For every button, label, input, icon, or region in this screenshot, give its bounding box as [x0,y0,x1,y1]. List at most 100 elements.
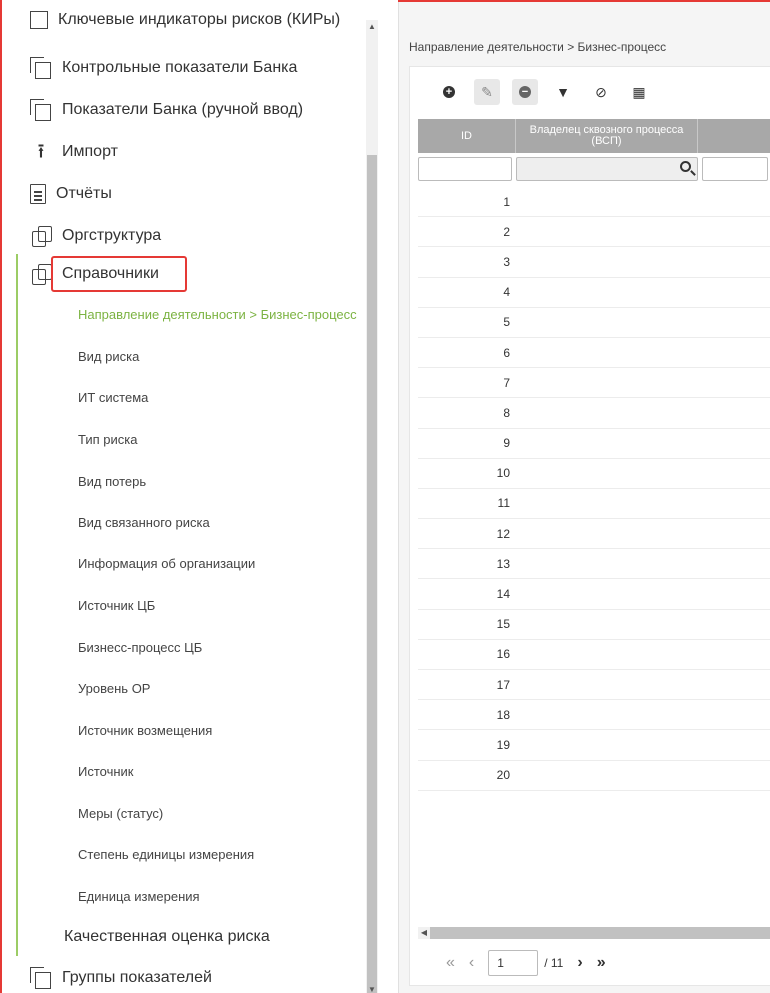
copy-icon [30,57,52,79]
subitem-risk-type[interactable]: Вид риска [78,336,366,376]
subitem-reimbursement-source[interactable]: Источник возмещения [78,710,366,750]
scroll-up-icon[interactable]: ▲ [368,22,376,31]
subitem-org-info[interactable]: Информация об организации [78,543,366,583]
filter-button[interactable]: ▼ [550,79,576,105]
checkbox-icon [30,11,48,29]
sidebar-item-label: Оргструктура [62,227,162,244]
upload-icon: ⭱ [37,141,45,163]
cell-id: 15 [496,617,510,632]
filter-icon: ▼ [556,84,570,100]
table-row[interactable]: 3 [418,247,770,278]
subitem-unit[interactable]: Единица измерения [78,876,366,916]
sidebar-scroll-thumb[interactable] [367,155,377,993]
filter-row [418,155,770,183]
owner-filter-input[interactable] [516,157,698,181]
cell-id: 4 [503,285,510,300]
table-row[interactable]: 15 [418,610,770,640]
page-number-input[interactable]: 1 [488,950,539,976]
delete-button[interactable]: − [512,79,538,105]
column-header-owner[interactable]: Владелец сквозного процесса (ВСП) [516,119,698,153]
org-icon [30,263,52,285]
subitem-loss-type[interactable]: Вид потерь [78,461,366,501]
subitem-risk-kind[interactable]: Тип риска [78,419,366,459]
cell-id: 1 [503,194,510,209]
sidebar-item-reports[interactable]: Отчёты [2,174,364,214]
cell-id: 17 [496,677,510,692]
subitem-it-system[interactable]: ИТ система [78,377,366,417]
next-page-icon[interactable]: › [577,954,582,972]
sidebar-item-groups[interactable]: Группы показателей [2,958,364,993]
cell-id: 20 [496,768,510,783]
table-row[interactable]: 8 [418,398,770,429]
sidebar-item-label: Контрольные показатели Банка [62,59,298,76]
table-row[interactable]: 14 [418,579,770,610]
prev-page-icon[interactable]: ‹ [469,954,474,972]
next-filter-input[interactable] [702,157,768,181]
edit-icon: ✎ [481,83,493,100]
table-row[interactable]: 12 [418,519,770,550]
cell-id: 11 [497,496,510,511]
last-page-icon[interactable]: » [597,954,606,972]
sidebar-item-label: Ключевые индикаторы рисков (КИРы) [58,11,341,28]
table-row[interactable]: 17 [418,670,770,701]
pagination: « ‹ 1 / 11 › » [410,945,770,981]
subitem-related-risk[interactable]: Вид связанного риска [78,502,366,542]
table-row[interactable]: 13 [418,549,770,580]
table-row[interactable]: 16 [418,640,770,670]
page-total: / 11 [544,956,564,970]
table-row[interactable]: 5 [418,308,770,338]
scroll-left-icon[interactable]: ◀ [418,927,430,939]
table-row[interactable]: 18 [418,700,770,731]
active-section-indicator [16,254,18,956]
sidebar-item-import[interactable]: ⭱ Импорт [2,132,364,172]
sidebar-item-label: Импорт [62,143,118,160]
cell-id: 7 [503,375,510,390]
table-row[interactable]: 20 [418,761,770,791]
sidebar-item-label: Показатели Банка (ручной ввод) [62,101,304,118]
column-header-next[interactable] [698,119,770,153]
subitem-cb-process[interactable]: Бизнесс-процесс ЦБ [78,627,366,667]
sidebar-item-qualitative[interactable]: Качественная оценка риска [2,917,364,957]
subitem-measures-status[interactable]: Меры (статус) [78,793,366,833]
table-row[interactable]: 1 [418,187,770,218]
columns-button[interactable]: ▦ [626,79,652,105]
horizontal-scrollbar[interactable]: ◀ [418,927,770,939]
subitem-unit-degree[interactable]: Степень единицы измерения [78,834,366,874]
table-row[interactable]: 7 [418,368,770,399]
table-row[interactable]: 4 [418,278,770,308]
table-body: 1 2 3 4 5 6 7 8 9 10 11 12 13 14 15 16 17 18 19 20 [418,187,770,791]
table-row[interactable]: 19 [418,730,770,761]
table-row[interactable]: 10 [418,459,770,489]
add-button[interactable]: + [436,79,462,105]
cell-id: 13 [496,556,510,571]
scroll-down-icon[interactable]: ▼ [368,985,376,993]
sidebar-item-bank-manual[interactable]: Показатели Банка (ручной ввод) [2,90,364,130]
sidebar-item-org[interactable]: Оргструктура [2,216,364,256]
subitem-business-process[interactable]: Направление деятельности > Бизнес-процес… [78,294,366,334]
subitem-or-level[interactable]: Уровень ОР [78,668,366,708]
cell-id: 14 [496,587,510,602]
cell-id: 3 [503,254,510,269]
sidebar-item-bank-control[interactable]: Контрольные показатели Банка [2,48,364,88]
search-icon[interactable] [680,161,691,172]
clear-filter-button[interactable]: ⊘ [588,79,614,105]
table-row[interactable]: 11 [418,489,770,520]
first-page-icon[interactable]: « [446,954,455,972]
breadcrumb: Направление деятельности > Бизнес-процес… [409,40,667,54]
sidebar-item-label: Группы показателей [62,969,212,986]
main-panel: Направление деятельности > Бизнес-процес… [398,2,770,993]
table-row[interactable]: 9 [418,429,770,459]
sidebar-item-kri[interactable]: Ключевые индикаторы рисков (КИРы) [2,0,364,40]
cell-id: 18 [496,707,510,722]
column-header-id[interactable]: ID [418,119,516,153]
subitem-cb-source[interactable]: Источник ЦБ [78,585,366,625]
id-filter-input[interactable] [418,157,512,181]
subitem-source[interactable]: Источник [78,751,366,791]
cell-id: 6 [503,345,510,360]
copy-icon [30,99,52,121]
cell-id: 5 [503,315,510,330]
table-row[interactable]: 2 [418,217,770,248]
table-row[interactable]: 6 [418,338,770,369]
cell-id: 8 [503,405,510,420]
edit-button[interactable]: ✎ [474,79,500,105]
